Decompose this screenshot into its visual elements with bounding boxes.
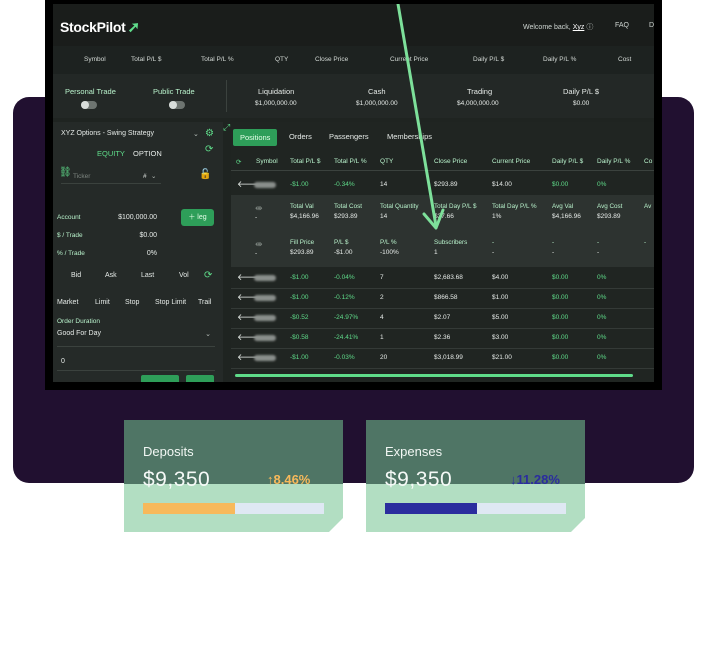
expenses-amount: $9,350: [385, 468, 453, 491]
deposits-amount: $9,350: [143, 468, 211, 491]
card-corner: [329, 518, 343, 532]
deposits-change-value: 8.46%: [273, 472, 311, 487]
annotation-arrow: [396, 4, 445, 230]
expenses-card: Expenses $9,350 ↓11.28%: [366, 420, 585, 532]
expenses-progress: [385, 503, 566, 514]
trading-app: StockPilot ➚ Welcome back, Xyz ⓘ FAQ D Sy…: [53, 4, 654, 382]
app-screenshot: StockPilot ➚ Welcome back, Xyz ⓘ FAQ D Sy…: [45, 0, 662, 390]
deposits-card: Deposits $9,350 ↑8.46%: [124, 420, 343, 532]
deposits-progress-fill: [143, 503, 236, 514]
expenses-progress-fill: [385, 503, 478, 514]
deposits-title: Deposits: [143, 444, 194, 459]
expenses-title: Expenses: [385, 444, 443, 459]
expenses-change-value: 11.28%: [516, 472, 560, 487]
card-corner: [571, 518, 585, 532]
deposits-change: ↑8.46%: [267, 472, 310, 487]
deposits-progress: [143, 503, 324, 514]
expenses-change: ↓11.28%: [510, 472, 560, 487]
